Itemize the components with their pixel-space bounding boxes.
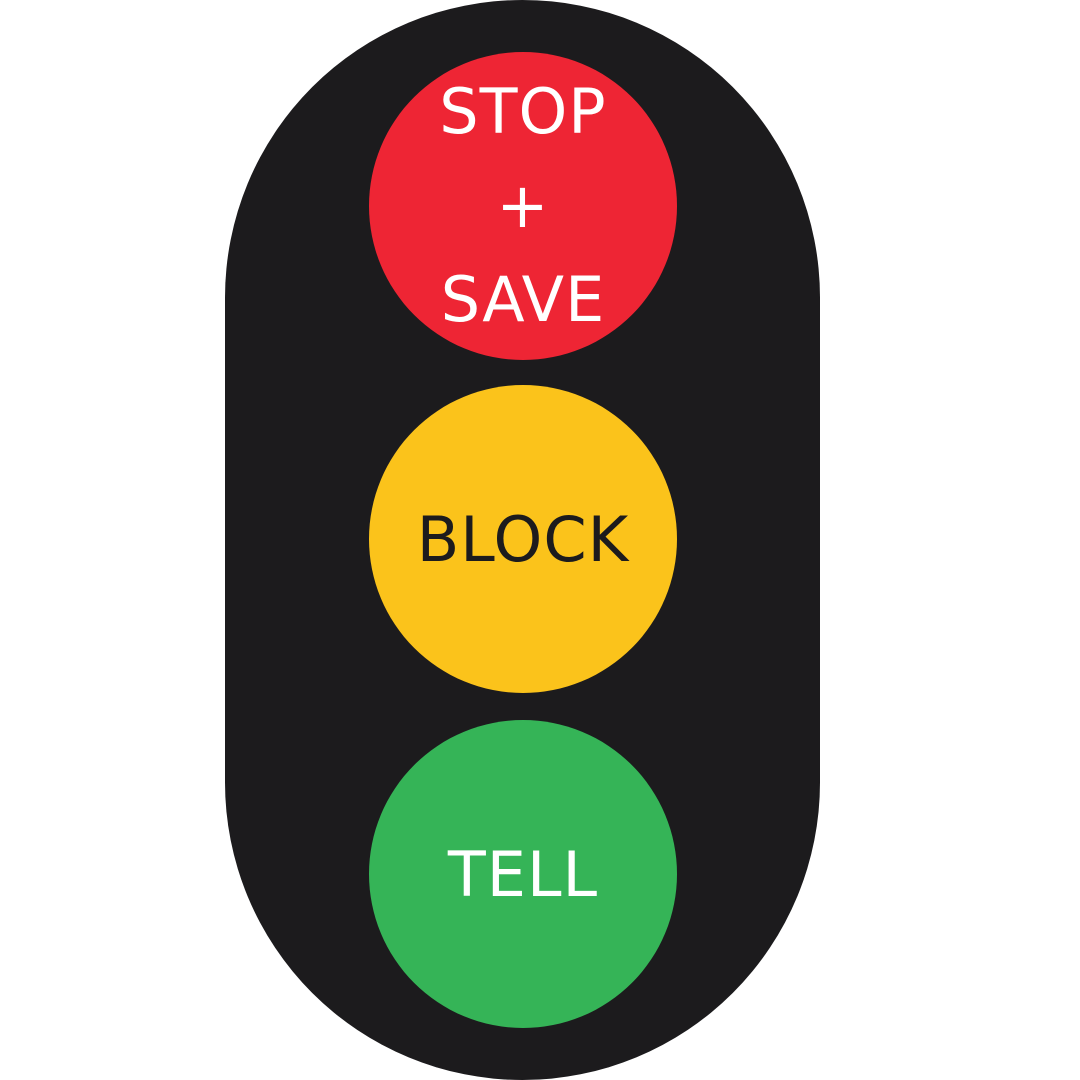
green-light-tell: TELL xyxy=(369,720,677,1028)
red-light-stop-save: STOP + SAVE xyxy=(369,52,677,360)
yellow-light-label: BLOCK xyxy=(416,502,630,576)
red-light-label-plus: + xyxy=(496,169,550,242)
yellow-light-block: BLOCK xyxy=(369,385,677,693)
red-light-label-save: SAVE xyxy=(440,263,606,336)
traffic-light-diagram: STOP + SAVE BLOCK TELL xyxy=(0,0,1080,1080)
red-light-label-stop: STOP xyxy=(439,75,607,148)
green-light-label: TELL xyxy=(447,837,599,911)
